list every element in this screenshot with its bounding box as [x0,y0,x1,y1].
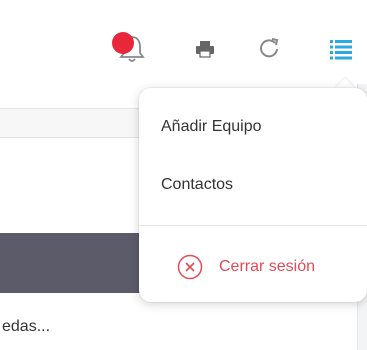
menu-icon[interactable] [329,37,353,61]
notification-badge [112,32,134,54]
logout-label: Cerrar sesión [219,258,316,275]
reload-icon[interactable] [258,37,280,59]
menu-item-add-team[interactable]: Añadir Equipo [161,118,262,136]
close-circle-icon [177,254,203,280]
menu-divider [139,225,367,226]
list-item-text: edas... [2,318,51,335]
logout-button[interactable]: Cerrar sesión [177,253,315,281]
print-icon[interactable] [194,40,216,58]
top-toolbar [0,0,367,84]
user-menu-dropdown: Añadir Equipo Contactos Cerrar sesión [139,88,367,302]
menu-item-contacts[interactable]: Contactos [161,176,233,194]
